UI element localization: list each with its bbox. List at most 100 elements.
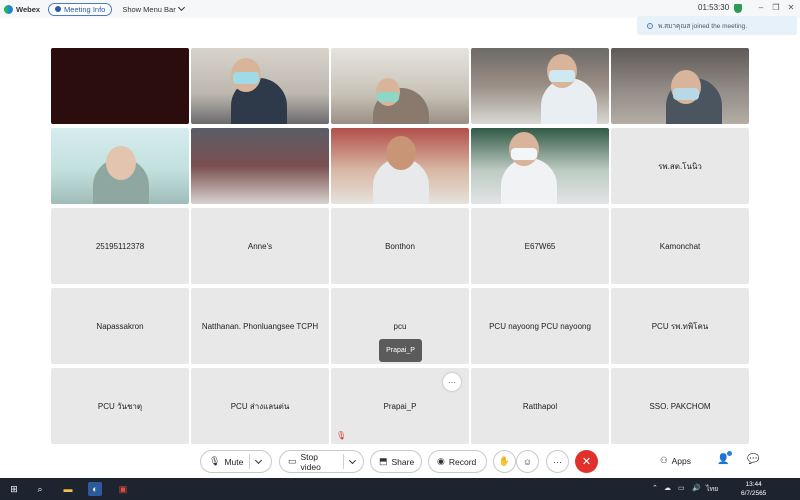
- participant-video-tile[interactable]: [331, 48, 469, 124]
- app-name: Webex: [16, 4, 41, 14]
- hover-name-tag: Prapai_P: [379, 339, 422, 362]
- meeting-info-button[interactable]: Meeting Info: [48, 2, 113, 16]
- participant-name: Prapai_P: [383, 401, 417, 411]
- participant-name: Ratthapol: [522, 401, 558, 411]
- participant-grid: รพ.สต.โนนิว 25195112378 Anne's Bonthon E…: [51, 48, 749, 444]
- face-mask: [511, 148, 537, 160]
- more-options-button[interactable]: ···: [546, 450, 569, 473]
- participant-tile[interactable]: รพ.สต.โนนิว: [611, 128, 749, 204]
- participant-tile[interactable]: Anne's: [191, 208, 329, 284]
- taskbar: ⊞ ⌕ ▬ ◐ ▣ ⌃ ☁ ▭ 🔊 ไทย 13:44 6/7/2565: [0, 478, 800, 500]
- divider: [343, 454, 345, 469]
- app-logo: Webex: [4, 4, 41, 14]
- reactions-button[interactable]: ☺: [516, 450, 539, 473]
- participant-tile[interactable]: Kamonchat: [611, 208, 749, 284]
- close-icon: ✕: [581, 456, 592, 468]
- face-mask: [673, 88, 699, 100]
- participant-name: Kamonchat: [659, 241, 701, 251]
- pdf-reader-icon[interactable]: ▣: [116, 482, 130, 496]
- close-window-button[interactable]: ✕: [786, 3, 796, 13]
- participant-tile[interactable]: Ratthapol: [471, 368, 609, 444]
- chevron-down-icon: [177, 3, 185, 12]
- stop-video-button[interactable]: ▭ Stop video: [279, 450, 364, 473]
- participant-tile[interactable]: PCU วันชาตุ: [51, 368, 189, 444]
- minimize-button[interactable]: –: [756, 3, 766, 13]
- tray-expand-icon[interactable]: ⌃: [652, 484, 658, 492]
- share-label: Share: [391, 456, 415, 467]
- participant-name: PCU nayoong PCU nayoong: [489, 321, 591, 331]
- participant-name: pcu: [393, 321, 407, 331]
- participant-name: PCU รพ.ทพิโคน: [651, 321, 709, 331]
- participant-video-tile[interactable]: [331, 128, 469, 204]
- info-icon: [55, 6, 62, 12]
- apps-button[interactable]: ⚇ Apps: [660, 455, 691, 466]
- show-menu-label: Show Menu Bar: [122, 4, 176, 14]
- apps-label: Apps: [671, 455, 691, 466]
- keyboard-language[interactable]: ไทย: [706, 484, 718, 495]
- network-icon[interactable]: ▭: [678, 484, 685, 492]
- participant-tile[interactable]: PCU รพ.ทพิโคน: [611, 288, 749, 364]
- participants-button[interactable]: 👤: [717, 451, 732, 465]
- meeting-info-label: Meeting Info: [64, 4, 106, 14]
- join-notification: i พ.สมาคุณส joined the meeting.: [637, 16, 797, 35]
- leave-meeting-button[interactable]: ✕: [575, 450, 598, 473]
- participant-name: PCU วันชาตุ: [97, 401, 143, 411]
- participant-video-tile[interactable]: [471, 128, 609, 204]
- webex-taskbar-icon[interactable]: ◐: [88, 482, 102, 496]
- participant-name: Anne's: [247, 241, 273, 251]
- participant-name: 25195112378: [95, 241, 145, 251]
- security-shield-icon[interactable]: [734, 4, 742, 13]
- participant-tile[interactable]: E67W65: [471, 208, 609, 284]
- meeting-controls: 🎙 Mute ▭ Stop video ⬒ Share ◉ Record ✋ ☺…: [0, 450, 800, 474]
- hand-icon: ✋: [498, 456, 511, 466]
- participant-tile[interactable]: Bonthon: [331, 208, 469, 284]
- participant-tile[interactable]: 25195112378: [51, 208, 189, 284]
- apps-icon: ⚇: [660, 455, 668, 465]
- taskbar-date: 6/7/2565: [741, 490, 767, 497]
- join-notification-text: พ.สมาคุณส joined the meeting.: [658, 22, 748, 30]
- participant-tile[interactable]: Napassakron: [51, 288, 189, 364]
- participant-tile[interactable]: PCU nayoong PCU nayoong: [471, 288, 609, 364]
- record-button[interactable]: ◉ Record: [428, 450, 487, 473]
- taskbar-clock[interactable]: 13:44 6/7/2565: [741, 480, 766, 498]
- chat-button[interactable]: 💬: [747, 454, 759, 465]
- record-icon: ◉: [437, 456, 445, 466]
- chevron-down-icon[interactable]: [349, 456, 357, 464]
- volume-icon[interactable]: 🔊: [692, 484, 701, 492]
- start-menu-icon[interactable]: ⊞: [7, 482, 21, 496]
- chevron-down-icon[interactable]: [255, 456, 263, 464]
- muted-mic-icon: 🎙: [336, 431, 347, 440]
- participant-video-tile[interactable]: [51, 128, 189, 204]
- person-head: [386, 136, 416, 170]
- participant-name: SSO. PAKCHOM: [649, 401, 711, 411]
- share-button[interactable]: ⬒ Share: [370, 450, 422, 473]
- face-mask: [233, 72, 259, 84]
- participant-name: Napassakron: [96, 321, 144, 331]
- participant-name: PCU ส่างแลนต่น: [230, 401, 290, 411]
- divider: [249, 454, 251, 469]
- participant-video-tile[interactable]: [191, 128, 329, 204]
- participant-video-tile[interactable]: [611, 48, 749, 124]
- show-menu-bar-button[interactable]: Show Menu Bar: [122, 3, 185, 14]
- meeting-timer: 01:53:30: [698, 3, 730, 12]
- cloud-icon[interactable]: ☁: [664, 484, 671, 492]
- tile-more-options-button[interactable]: ···: [443, 373, 461, 391]
- mute-label: Mute: [224, 456, 244, 467]
- participant-tile[interactable]: SSO. PAKCHOM: [611, 368, 749, 444]
- participant-name: รพ.สต.โนนิว: [658, 161, 702, 171]
- participant-video-tile[interactable]: [471, 48, 609, 124]
- participant-tile[interactable]: PCU ส่างแลนต่น: [191, 368, 329, 444]
- record-label: Record: [448, 456, 477, 467]
- participant-video-tile[interactable]: [191, 48, 329, 124]
- chat-icon: 💬: [747, 454, 760, 465]
- taskbar-time: 13:44: [745, 481, 762, 488]
- participant-tile[interactable]: Natthanan. Phonluangsee TCPH: [191, 288, 329, 364]
- mute-button[interactable]: 🎙 Mute: [200, 450, 272, 473]
- microphone-icon: 🎙: [209, 456, 221, 466]
- search-icon[interactable]: ⌕: [33, 482, 47, 496]
- participant-video-tile[interactable]: [51, 48, 189, 124]
- participant-name: Natthanan. Phonluangsee TCPH: [201, 321, 319, 331]
- raise-hand-button[interactable]: ✋: [493, 450, 516, 473]
- restore-button[interactable]: ❐: [771, 3, 781, 13]
- file-explorer-icon[interactable]: ▬: [61, 482, 75, 496]
